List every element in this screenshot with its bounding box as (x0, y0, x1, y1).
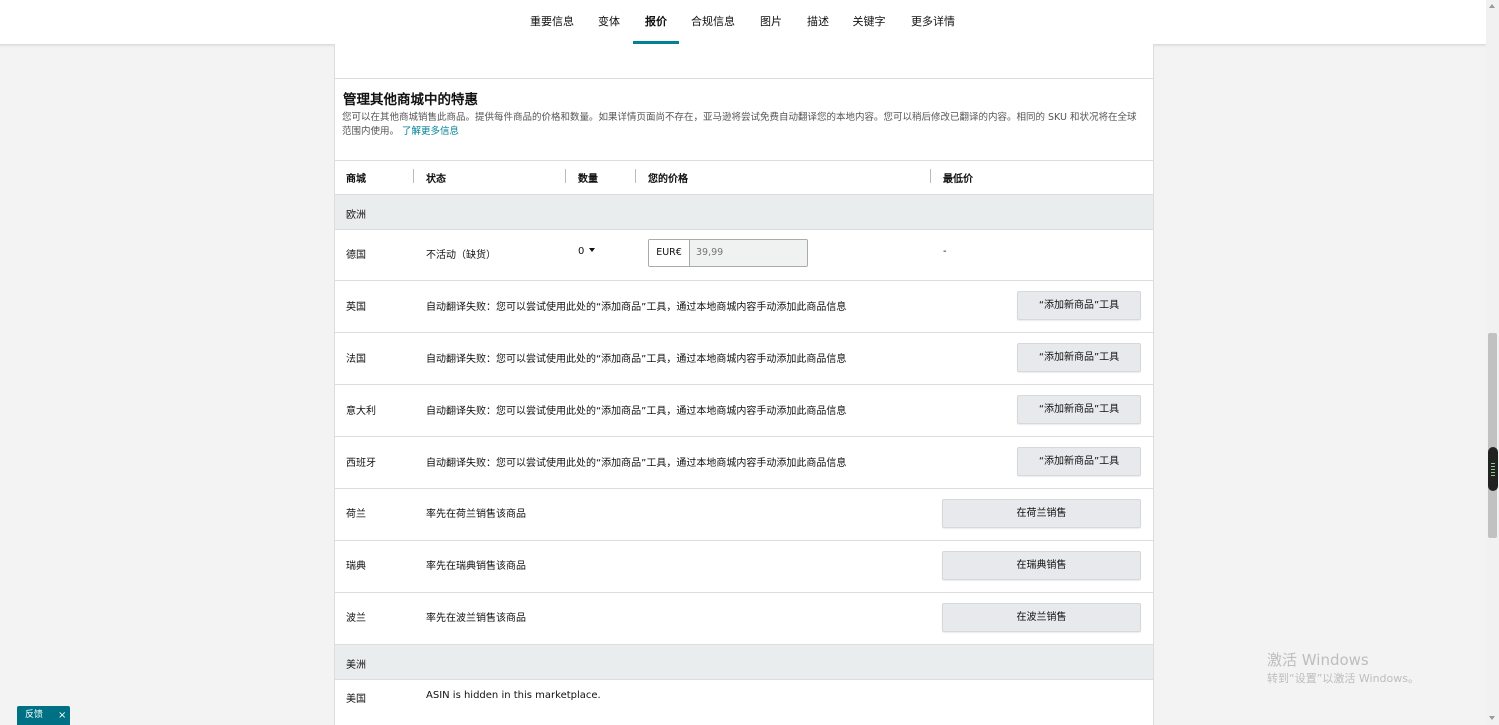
description-text: 您可以在其他商城销售此商品。提供每件商品的价格和数量。如果详情页面尚不存在，亚马… (342, 112, 1137, 137)
add-new-product-button[interactable]: “添加新商品”工具 (1017, 395, 1141, 424)
divider (335, 436, 1153, 437)
page-scrollbar[interactable] (1486, 0, 1499, 725)
offers-panel: 管理其他商城中的特惠 您可以在其他商城销售此商品。提供每件商品的价格和数量。如果… (334, 44, 1154, 725)
col-header-status: 状态 (426, 174, 446, 185)
group-label: 欧洲 (346, 210, 366, 221)
tab-offer[interactable]: 报价 (645, 0, 667, 44)
lowest-price: - (943, 246, 947, 257)
divider (335, 679, 1153, 680)
windows-watermark-title: 激活 Windows (1267, 651, 1369, 669)
status-text: 自动翻译失败：您可以尝试使用此处的“添加商品”工具，通过本地商城内容手动添加此商… (426, 406, 847, 417)
col-divider (413, 169, 414, 183)
market-name: 德国 (346, 250, 366, 261)
col-divider (930, 169, 931, 183)
col-divider (565, 169, 566, 183)
tab-key-info[interactable]: 重要信息 (530, 0, 574, 44)
tab-compliance[interactable]: 合规信息 (691, 0, 735, 44)
market-name: 西班牙 (346, 458, 376, 469)
section-description: 您可以在其他商城销售此商品。提供每件商品的价格和数量。如果详情页面尚不存在，亚马… (342, 111, 1142, 139)
windows-watermark-subtitle: 转到“设置”以激活 Windows。 (1267, 672, 1419, 685)
divider (335, 280, 1153, 281)
col-divider (635, 169, 636, 183)
group-row-americas: 美洲 (335, 645, 1153, 679)
status-text: 自动翻译失败：您可以尝试使用此处的“添加商品”工具，通过本地商城内容手动添加此商… (426, 302, 847, 313)
col-header-quantity: 数量 (578, 174, 598, 185)
market-name: 瑞典 (346, 561, 366, 572)
divider (335, 78, 1153, 79)
feedback-label[interactable]: 反馈 (25, 706, 43, 725)
currency-label: EUR€ (649, 240, 690, 266)
divider (335, 488, 1153, 489)
sell-in-sweden-button[interactable]: 在瑞典销售 (942, 551, 1141, 580)
sell-in-netherlands-button[interactable]: 在荷兰销售 (942, 499, 1141, 528)
status-text: ASIN is hidden in this marketplace. (426, 690, 601, 701)
tab-images[interactable]: 图片 (760, 0, 782, 44)
section-title: 管理其他商城中的特惠 (343, 92, 478, 108)
tab-description[interactable]: 描述 (807, 0, 829, 44)
divider (335, 540, 1153, 541)
sell-in-poland-button[interactable]: 在波兰销售 (942, 603, 1141, 632)
learn-more-link[interactable]: 了解更多信息 (402, 126, 459, 137)
status-text: 自动翻译失败：您可以尝试使用此处的“添加商品”工具，通过本地商城内容手动添加此商… (426, 458, 847, 469)
col-header-lowest-price: 最低价 (943, 174, 973, 185)
top-navigation: 重要信息 变体 报价 合规信息 图片 描述 关键字 更多详情 (0, 0, 1486, 45)
tab-keywords[interactable]: 关键字 (853, 0, 886, 44)
status-text: 自动翻译失败：您可以尝试使用此处的“添加商品”工具，通过本地商城内容手动添加此商… (426, 354, 847, 365)
divider (335, 160, 1153, 161)
status-text: 率先在瑞典销售该商品 (426, 561, 526, 572)
quantity-select[interactable]: 0 (578, 246, 596, 257)
market-name: 意大利 (346, 406, 376, 417)
col-header-marketplace: 商城 (346, 174, 366, 185)
scroll-thumb[interactable] (1488, 333, 1497, 538)
caret-down-icon (589, 248, 596, 252)
add-new-product-button[interactable]: “添加新商品”工具 (1017, 343, 1141, 372)
market-name: 荷兰 (346, 509, 366, 520)
quantity-value: 0 (578, 246, 585, 257)
scroll-down-icon[interactable] (1489, 716, 1495, 720)
market-name: 波兰 (346, 613, 366, 624)
price-input[interactable] (690, 240, 807, 266)
status-text: 不活动（缺货） (426, 250, 496, 261)
add-new-product-button[interactable]: “添加新商品”工具 (1017, 291, 1141, 320)
tab-more-details[interactable]: 更多详情 (911, 0, 955, 44)
market-name: 法国 (346, 354, 366, 365)
group-row-europe: 欧洲 (335, 195, 1153, 229)
status-text: 率先在荷兰销售该商品 (426, 509, 526, 520)
scroll-up-icon[interactable] (1489, 4, 1495, 8)
tab-variations[interactable]: 变体 (598, 0, 620, 44)
status-text: 率先在波兰销售该商品 (426, 613, 526, 624)
market-name: 美国 (346, 694, 366, 705)
close-icon[interactable]: × (58, 706, 66, 725)
divider (335, 592, 1153, 593)
col-header-your-price: 您的价格 (648, 174, 688, 185)
side-handle[interactable] (1488, 447, 1498, 491)
divider (335, 384, 1153, 385)
price-field: EUR€ (648, 239, 808, 267)
divider (335, 332, 1153, 333)
market-name: 英国 (346, 302, 366, 313)
divider (335, 229, 1153, 230)
group-label: 美洲 (346, 660, 366, 671)
add-new-product-button[interactable]: “添加新商品”工具 (1017, 447, 1141, 476)
feedback-tab[interactable]: 反馈 × (17, 706, 70, 725)
